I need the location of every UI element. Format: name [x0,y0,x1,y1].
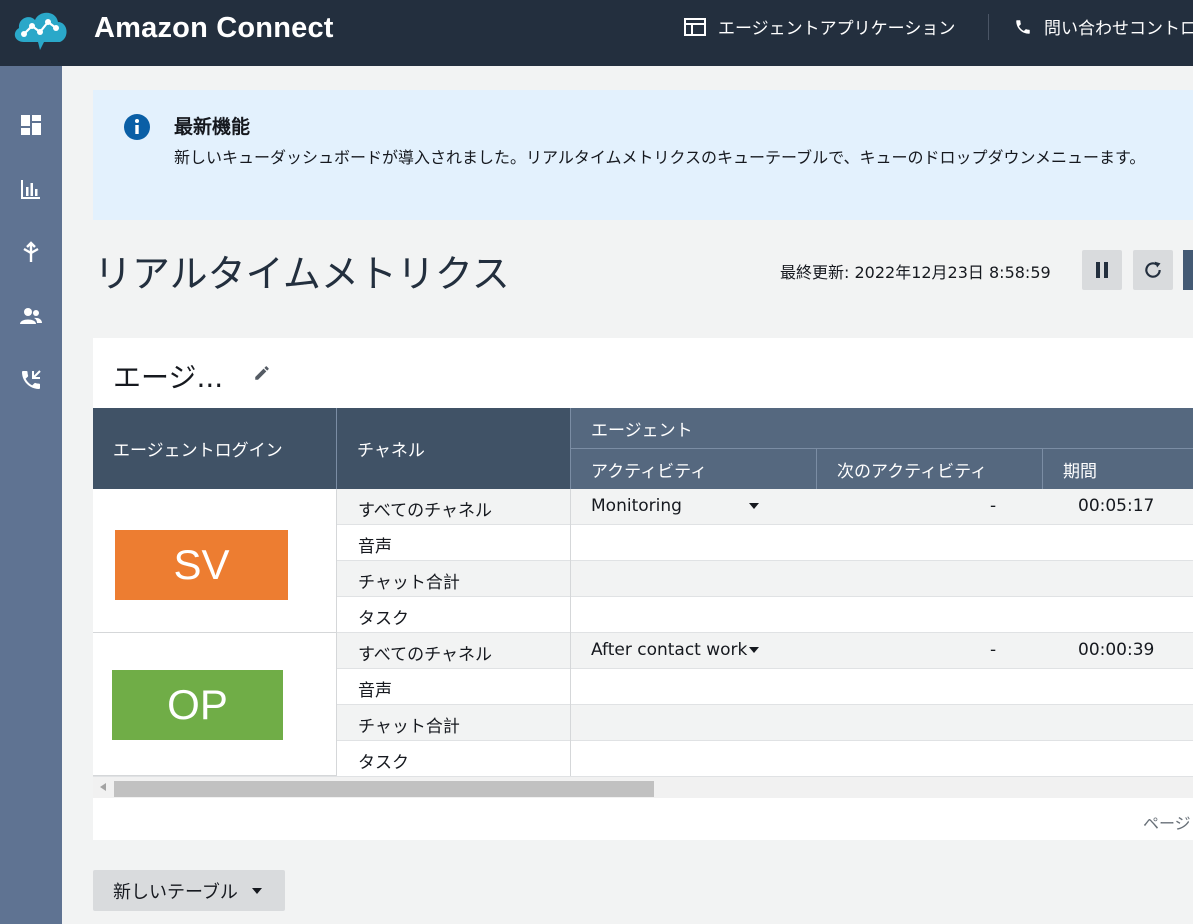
pause-icon [1096,262,1108,278]
column-divider [570,489,571,776]
table-row: すべてのチャネル Monitoring - 00:05:17 [336,489,1193,525]
page-title: リアルタイムメトリクス [94,252,510,296]
caret-down-icon [749,503,759,509]
table-row: 音声 [336,669,1193,705]
scroll-left-arrow-icon[interactable] [100,783,106,791]
new-feature-banner: 最新機能 新しいキューダッシュボードが導入されました。リアルタイムメトリクスのキ… [93,90,1193,220]
agent-application-link[interactable]: エージェントアプリケーション [684,14,955,39]
channel-cell: タスク [358,609,409,629]
table-row: タスク [336,741,1193,777]
table-row: チャット合計 [336,705,1193,741]
pause-button[interactable] [1082,250,1122,290]
next-activity-cell: - [990,496,997,516]
top-navigation-bar: Amazon Connect エージェントアプリケーション 問い合わせコントロ [0,0,1193,66]
agent-login-cell: OP [93,633,336,776]
settings-button[interactable] [1183,250,1193,290]
refresh-icon [1145,261,1161,278]
dashboard-icon[interactable] [19,113,43,137]
channel-cell: 音声 [358,681,392,701]
agent-application-label: エージェントアプリケーション [718,19,956,39]
channel-cell: 音声 [358,537,392,557]
amazon-connect-logo-icon[interactable] [10,4,72,54]
channel-cell: すべてのチャネル [358,501,492,521]
banner-text: 新しいキューダッシュボードが導入されました。リアルタイムメトリクスのキューテーブ… [174,148,1146,167]
table-row: タスク [336,597,1193,633]
table-row: すべてのチャネル After contact work - 00:00:39 [336,633,1193,669]
agent-badge-sv: SV [115,530,288,600]
column-header-agent-login[interactable]: エージェントログイン [93,408,336,489]
channel-cell: タスク [358,753,409,773]
caret-down-icon [749,647,759,653]
header-divider [571,448,1193,449]
header-divider [1042,449,1043,489]
info-icon [124,114,150,140]
channels-icon[interactable] [19,368,43,392]
window-icon [684,17,706,36]
refresh-button[interactable] [1133,250,1173,290]
activity-value: After contact work [591,640,748,660]
channel-cell: チャット合計 [358,573,460,593]
agent-badge-op: OP [112,670,283,740]
scrollbar-thumb[interactable] [114,781,654,797]
metrics-icon[interactable] [19,177,43,201]
header-divider [988,14,989,40]
phone-icon [1016,19,1030,34]
new-table-label: 新しいテーブル [113,881,238,903]
column-divider [336,489,337,776]
app-title[interactable]: Amazon Connect [94,12,334,45]
activity-dropdown[interactable]: Monitoring [591,496,759,516]
pagination-label[interactable]: ページ [1143,810,1191,834]
agent-login-cell: SV [93,489,336,633]
activity-value: Monitoring [591,496,682,516]
column-group-header-agent: エージェント [571,408,1193,448]
duration-cell: 00:05:17 [1078,496,1155,516]
edit-pencil-icon[interactable] [253,364,271,382]
contact-control-panel-link[interactable]: 問い合わせコントロ [1014,14,1193,39]
routing-icon[interactable] [19,240,43,264]
table-title: エージ... [113,361,224,394]
horizontal-scrollbar[interactable] [93,776,1193,798]
column-header-channel[interactable]: チャネル [337,408,570,489]
agent-metrics-panel: エージ... エージェントログイン チャネル エージェント アクティビティ 次の… [93,338,1193,840]
duration-cell: 00:00:39 [1078,640,1155,660]
new-table-dropdown-button[interactable]: 新しいテーブル [93,870,285,911]
column-header-duration[interactable]: 期間 [1043,449,1193,489]
header-divider [816,449,817,489]
contact-control-panel-label: 問い合わせコントロ [1044,19,1193,39]
last-updated-text: 最終更新: 2022年12月23日 8:58:59 [780,263,1051,282]
users-icon[interactable] [19,304,43,328]
caret-down-icon [251,887,262,894]
table-row: チャット合計 [336,561,1193,597]
table-row: 音声 [336,525,1193,561]
next-activity-cell: - [990,640,997,660]
column-header-activity[interactable]: アクティビティ [571,449,816,489]
banner-title: 最新機能 [174,116,251,138]
channel-cell: すべてのチャネル [358,645,492,665]
channel-cell: チャット合計 [358,717,460,737]
column-header-next-activity[interactable]: 次のアクティビティ [817,449,1042,489]
header-divider [336,408,337,489]
sidebar [0,66,62,924]
activity-dropdown[interactable]: After contact work [591,640,759,660]
